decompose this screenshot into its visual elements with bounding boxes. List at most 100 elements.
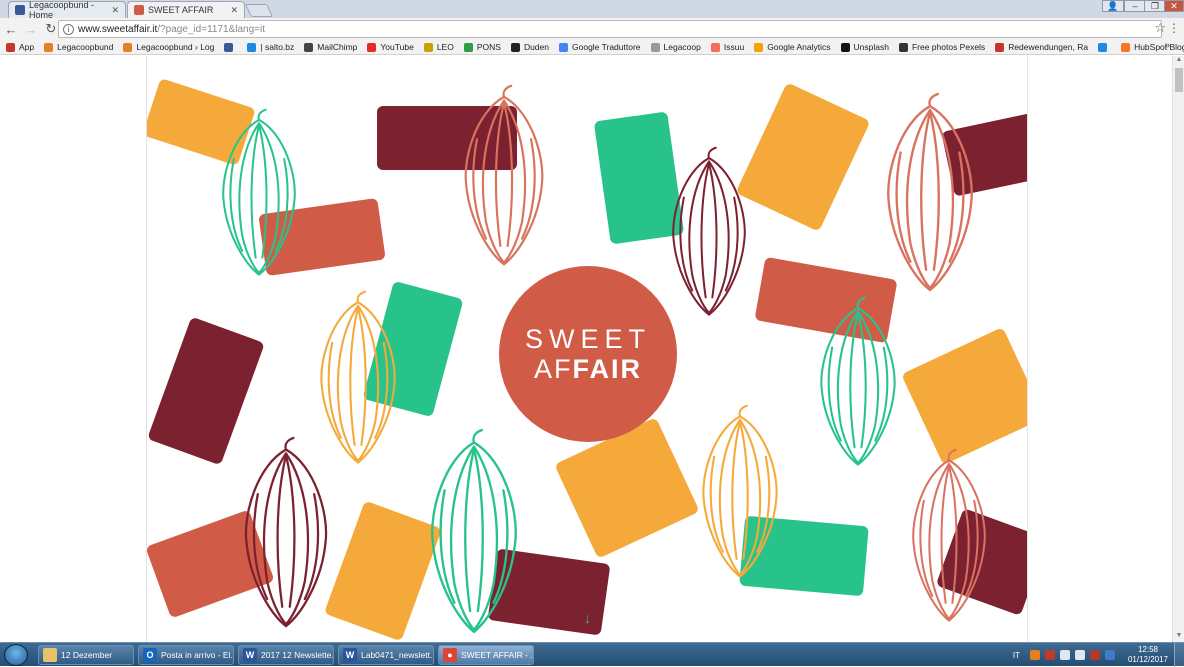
taskbar-item[interactable]: W Lab0471_newslett...: [338, 645, 434, 665]
youtube-icon: [367, 42, 377, 52]
cacao-pod-icon: [672, 146, 746, 316]
close-tab-icon[interactable]: ✕: [230, 5, 238, 16]
bookmark-item[interactable]: [1098, 42, 1111, 52]
bookmark-item[interactable]: Google Traduttore: [559, 42, 641, 52]
bookmark-label: HubSpot Blogs | Mar: [1134, 42, 1184, 52]
bookmark-item[interactable]: Redewendungen, Ra: [995, 42, 1088, 52]
tab-sweet-affair[interactable]: SWEET AFFAIR ✕: [127, 1, 245, 18]
bookmark-item[interactable]: | salto.bz: [247, 42, 294, 52]
apps-grid-icon: [6, 42, 15, 52]
bookmark-item[interactable]: Legacoopbund › Log: [123, 42, 214, 52]
maximize-button[interactable]: ❐: [1144, 0, 1166, 12]
bookmark-label: Legacoop: [663, 42, 701, 52]
page-viewport: SWEET AFFAIR ↓: [0, 56, 1172, 642]
bookmark-label: Unsplash: [853, 42, 889, 52]
bookmark-label: MailChimp: [317, 42, 358, 52]
language-indicator[interactable]: IT: [1013, 651, 1020, 660]
facebook-icon: [15, 5, 25, 15]
close-tab-icon[interactable]: ✕: [111, 5, 119, 16]
show-desktop-button[interactable]: [1174, 643, 1184, 667]
sweet-affair-favicon-icon: [134, 5, 144, 15]
taskbar-item-label: 12 Dezember: [61, 650, 113, 660]
sweet-affair-logo[interactable]: SWEET AFFAIR: [499, 266, 677, 442]
bookmark-item[interactable]: HubSpot Blogs | Mar: [1121, 42, 1184, 52]
user-profile-icon[interactable]: 👤: [1102, 0, 1124, 12]
page-scrollbar[interactable]: ▲ ▼: [1172, 56, 1184, 642]
logo-line2-bold: FAIR: [572, 354, 643, 384]
cacao-pod-icon: [912, 448, 986, 622]
taskbar-item-label: 2017 12 Newslette...: [261, 650, 334, 660]
volume-icon[interactable]: [1059, 650, 1070, 660]
minimize-button[interactable]: –: [1124, 0, 1146, 12]
bookmarks-bar: App Legacoopbund Legacoopbund › Log | salto…: [0, 40, 1184, 55]
bookmark-item[interactable]: Legacoop: [650, 42, 701, 52]
bookmark-item[interactable]: Legacoopbund: [44, 42, 113, 52]
leo-icon: [423, 42, 433, 52]
bookmark-item[interactable]: PONS: [463, 42, 501, 52]
bookmark-item[interactable]: YouTube: [367, 42, 414, 52]
scroll-down-arrow-icon[interactable]: ↓: [584, 610, 591, 626]
taskbar-item[interactable]: W 2017 12 Newslette...: [238, 645, 334, 665]
network-icon[interactable]: [1074, 650, 1085, 660]
tab-title: Legacoopbund - Home: [29, 0, 95, 20]
tray-app-icon[interactable]: [1089, 650, 1100, 660]
back-icon[interactable]: ←: [2, 20, 20, 38]
bookmark-item[interactable]: Duden: [510, 42, 549, 52]
bookmark-label: Issuu: [723, 42, 745, 52]
taskbar-item-label: Lab0471_newslett...: [361, 650, 434, 660]
salto-icon: [247, 42, 257, 52]
taskbar-item[interactable]: 12 Dezember: [38, 645, 134, 665]
bookmark-item[interactable]: Free photos Pexels: [898, 42, 985, 52]
legacoop-icon: [123, 42, 133, 52]
bookmark-item[interactable]: MailChimp: [304, 42, 357, 52]
logo-line2: AFFAIR: [534, 354, 642, 384]
analytics-icon: [754, 42, 764, 52]
bookmark-label: Google Analytics: [767, 42, 831, 52]
tray-app-icon[interactable]: [1029, 650, 1040, 660]
browser-menu-icon[interactable]: ⋮: [1168, 21, 1180, 35]
cacao-pod-icon: [464, 84, 544, 266]
tray-app-icon[interactable]: [1104, 650, 1115, 660]
close-window-button[interactable]: ✕: [1164, 0, 1184, 12]
tray-app-icon[interactable]: [1044, 650, 1055, 660]
scroll-down-icon[interactable]: ▼: [1173, 632, 1184, 642]
outlook-icon: O: [143, 648, 157, 662]
bookmark-item[interactable]: Unsplash: [840, 42, 889, 52]
duden-icon: [510, 42, 520, 52]
logo-line2-light: AF: [533, 354, 573, 384]
scrollbar-thumb[interactable]: [1175, 68, 1183, 92]
new-tab-button[interactable]: [244, 4, 274, 17]
pattern-block: [901, 327, 1027, 465]
bookmark-label: Legacoopbund › Log: [136, 42, 215, 52]
hubspot-icon: [1121, 42, 1131, 52]
browser-toolbar: ← → ↻ i www.sweetaffair.it /?page_id=117…: [0, 18, 1184, 40]
bookmark-star-icon[interactable]: ☆: [1154, 20, 1166, 36]
clock-date: 01/12/2017: [1127, 655, 1168, 664]
cacao-pod-icon: [820, 296, 896, 466]
tab-title: SWEET AFFAIR: [148, 5, 214, 15]
bookmark-item[interactable]: Google Analytics: [754, 42, 831, 52]
forward-icon[interactable]: →: [22, 20, 40, 38]
bookmark-label: LEO: [436, 42, 454, 52]
folder-icon: [43, 648, 57, 662]
bookmark-item[interactable]: App: [6, 42, 34, 52]
legacoop-icon: [650, 42, 660, 52]
clock[interactable]: 12:58 01/12/2017: [1128, 645, 1168, 665]
taskbar-item-label: SWEET AFFAIR - ...: [461, 650, 534, 660]
tab-strip: Legacoopbund - Home ✕ SWEET AFFAIR ✕ 👤 –…: [0, 0, 1184, 20]
bookmark-item[interactable]: [224, 42, 237, 52]
scroll-up-icon[interactable]: ▲: [1173, 56, 1184, 66]
taskbar-item[interactable]: O Posta in arrivo - El...: [138, 645, 234, 665]
bookmark-item[interactable]: LEO: [423, 42, 454, 52]
address-bar[interactable]: i www.sweetaffair.it /?page_id=1171&lang…: [58, 20, 1162, 38]
more-bookmarks-icon[interactable]: »: [1164, 40, 1170, 51]
chrome-icon: ●: [443, 648, 457, 662]
start-button[interactable]: [4, 644, 28, 666]
taskbar-item[interactable]: ● SWEET AFFAIR - ...: [438, 645, 534, 665]
bookmark-item[interactable]: Issuu: [710, 42, 745, 52]
bookmark-label: Duden: [523, 42, 549, 52]
hero-pattern-canvas: SWEET AFFAIR ↓: [146, 56, 1028, 642]
issuu-icon: [710, 42, 720, 52]
site-info-icon[interactable]: i: [63, 23, 74, 35]
tab-legacoopbund[interactable]: Legacoopbund - Home ✕: [8, 0, 126, 20]
